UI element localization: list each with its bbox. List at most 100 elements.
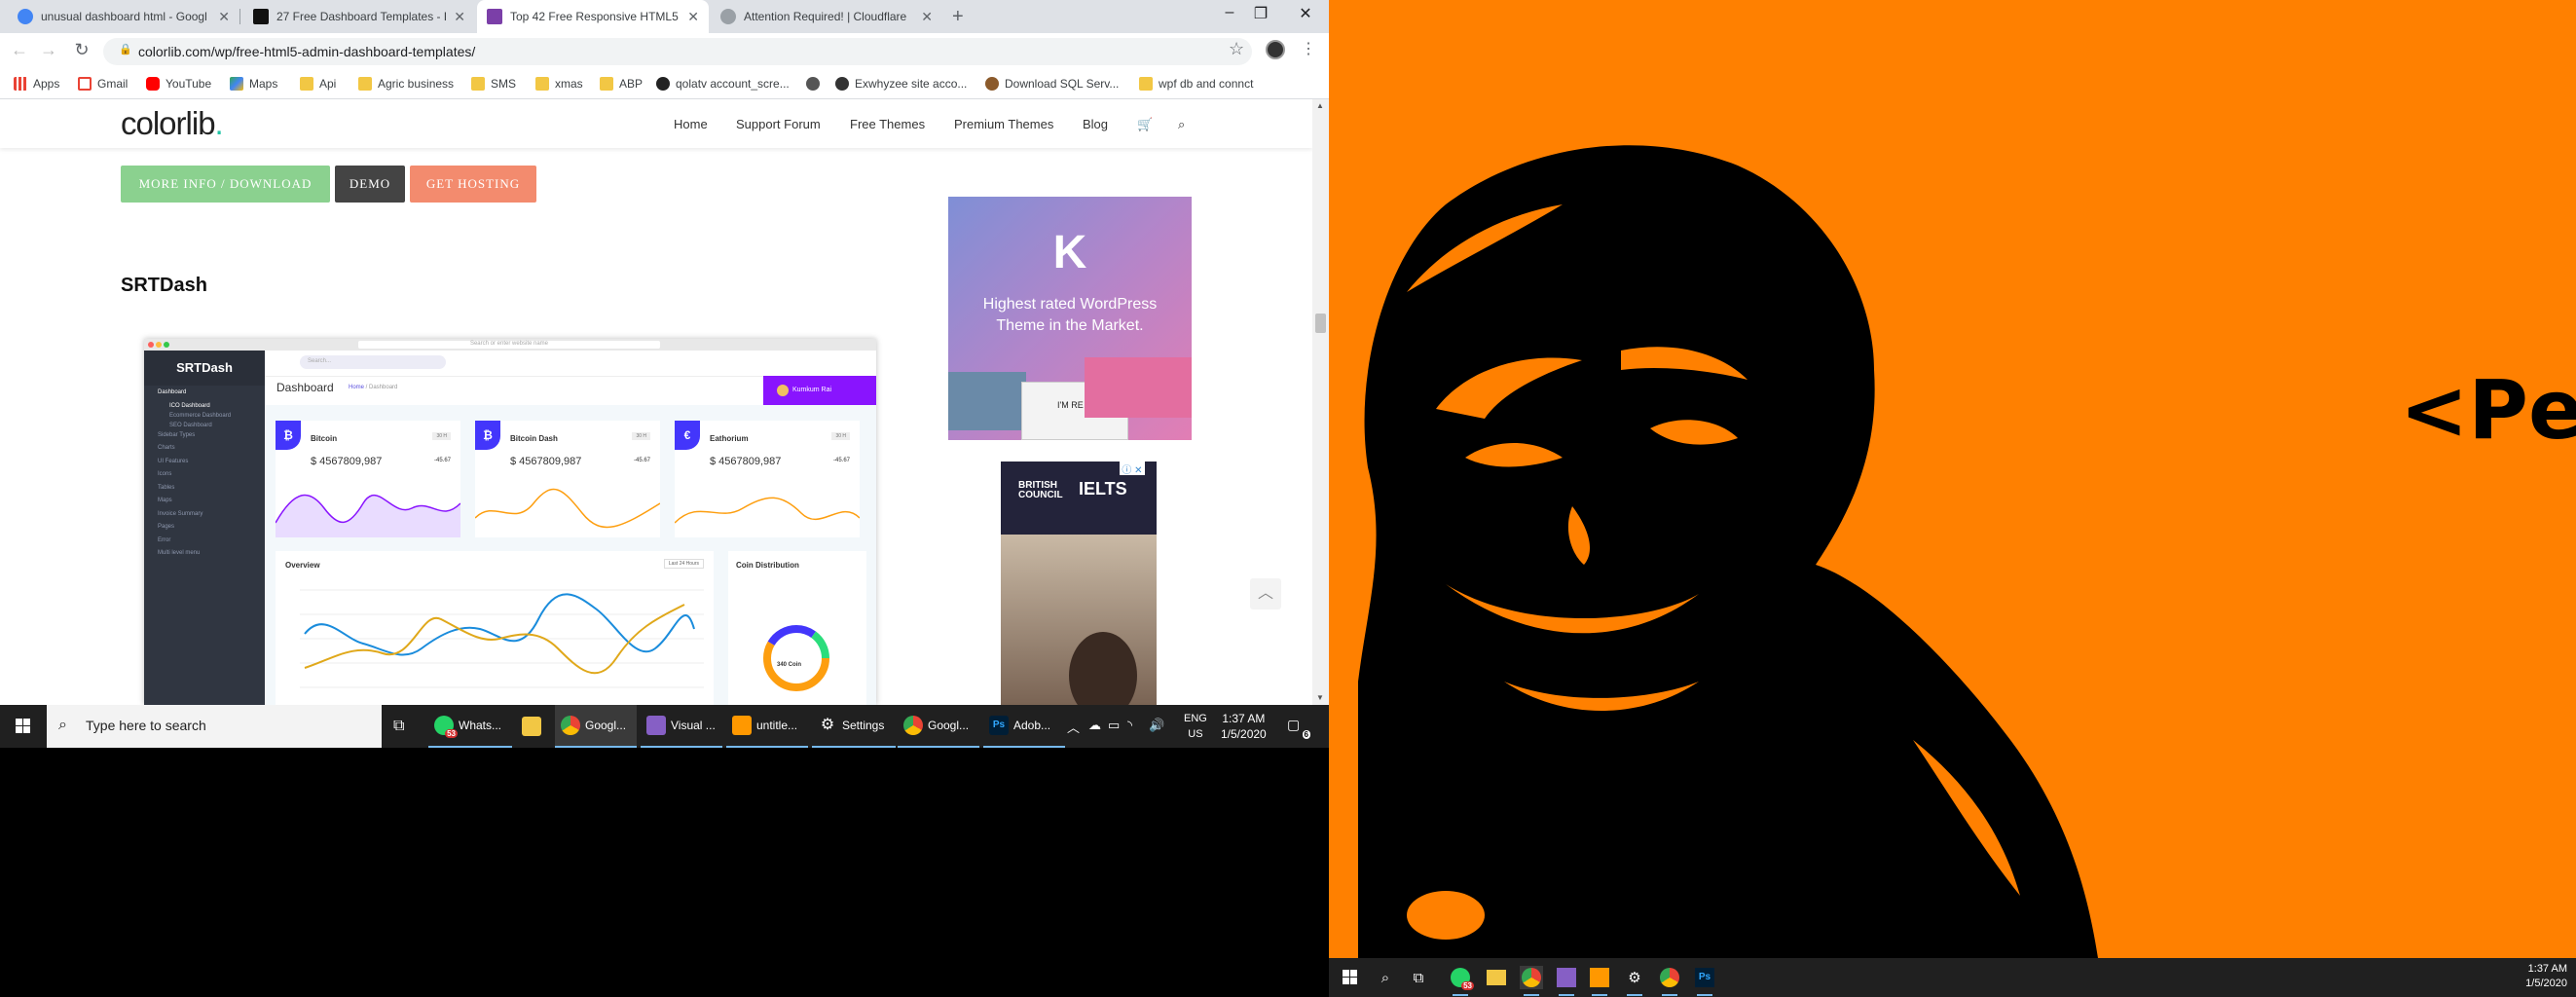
demo-button[interactable]: DEMO xyxy=(335,166,405,203)
bookmark-abp[interactable]: ABP xyxy=(600,74,643,93)
close-window-button[interactable]: ✕ xyxy=(1291,4,1320,23)
sublime-icon xyxy=(732,716,752,735)
scroll-down-arrow[interactable]: ▼ xyxy=(1316,693,1324,702)
globe-favicon-icon xyxy=(720,9,736,24)
lock-icon[interactable]: 🔒 xyxy=(119,43,132,55)
network-icon[interactable]: ◝ xyxy=(1127,718,1132,733)
bookmark-xmas[interactable]: xmas xyxy=(535,74,583,93)
close-tab-icon[interactable]: ✕ xyxy=(454,9,465,25)
preview-breadcrumb: Home / Dashboard xyxy=(349,385,398,390)
back-button[interactable]: ← xyxy=(8,40,31,60)
restore-button[interactable]: ❐ xyxy=(1246,4,1275,23)
chrome-menu-icon[interactable]: ⋮ xyxy=(1301,39,1316,58)
new-tab-button[interactable]: + xyxy=(952,6,964,28)
bookmark-globe[interactable] xyxy=(806,74,826,93)
tab-dashboard-templates[interactable]: 27 Free Dashboard Templates - F ✕ xyxy=(243,0,475,33)
bookmark-qolatv[interactable]: qolatv account_scre... xyxy=(656,74,790,93)
close-tab-icon[interactable]: ✕ xyxy=(687,9,699,25)
nav-support-forum[interactable]: Support Forum xyxy=(736,117,821,131)
preview-card-bitcoin-dash: ₿ Bitcoin Dash 30 H $ 4567809,987 -45.67 xyxy=(475,421,660,537)
preview-card-bitcoin: ₿ Bitcoin 30 H $ 4567809,987 -45.67 xyxy=(276,421,460,537)
nav-premium-themes[interactable]: Premium Themes xyxy=(954,117,1053,131)
bookmark-gmail[interactable]: Gmail xyxy=(78,74,128,93)
windows-logo-icon xyxy=(16,719,30,733)
bookmark-exwhyzee[interactable]: Exwhyzee site acco... xyxy=(835,74,967,93)
site-header: colorlib. Home Support Forum Free Themes… xyxy=(0,99,1312,148)
tab-google-search[interactable]: unusual dashboard html - Googl ✕ xyxy=(8,0,239,33)
taskbar-file-explorer[interactable] xyxy=(516,705,551,748)
preview-search: Search... xyxy=(300,355,446,369)
task-view-button[interactable]: ⧉ xyxy=(387,705,421,748)
bookmark-apps[interactable]: Apps xyxy=(14,74,59,93)
bookmark-star-icon[interactable]: ☆ xyxy=(1229,39,1244,59)
cart-icon[interactable]: 🛒 xyxy=(1137,117,1153,132)
colorlib-logo[interactable]: colorlib. xyxy=(121,105,224,142)
ad-close-icon[interactable]: ⓘ ✕ xyxy=(1120,462,1145,476)
taskbar-clock[interactable]: 1:37 AM 1/5/2020 xyxy=(1221,711,1267,742)
preview-sidebar-item: Charts xyxy=(158,445,175,451)
volume-icon[interactable]: 🔊 xyxy=(1149,718,1164,733)
nav-blog[interactable]: Blog xyxy=(1083,117,1108,131)
action-center-icon[interactable]: ▢ 6 xyxy=(1287,717,1310,739)
more-info-download-button[interactable]: MORE INFO / DOWNLOAD xyxy=(121,166,330,203)
onedrive-icon[interactable]: ☁ xyxy=(1088,718,1101,733)
chrome-icon[interactable] xyxy=(1658,966,1681,996)
taskbar-sublime[interactable]: untitle... xyxy=(726,705,808,748)
scroll-to-top-button[interactable]: ︿ xyxy=(1250,578,1281,609)
preview-sidebar-item: Multi level menu xyxy=(158,550,201,556)
bookmark-maps[interactable]: Maps xyxy=(230,74,277,93)
scrollbar-thumb[interactable] xyxy=(1315,314,1326,333)
taskbar-search-input[interactable]: Type here to search xyxy=(47,705,382,748)
taskbar-chrome-2[interactable]: Googl... xyxy=(898,705,979,748)
visual-studio-icon[interactable] xyxy=(1555,966,1578,996)
bookmark-sms[interactable]: SMS xyxy=(471,74,516,93)
sublime-icon[interactable] xyxy=(1588,966,1611,996)
get-hosting-button[interactable]: GET HOSTING xyxy=(410,166,536,203)
chrome-icon[interactable] xyxy=(1520,966,1543,996)
reload-button[interactable]: ↻ xyxy=(70,40,93,60)
bookmark-youtube[interactable]: YouTube xyxy=(146,74,211,93)
close-tab-icon[interactable]: ✕ xyxy=(218,9,230,25)
show-hidden-icons-chevron[interactable]: ︿ xyxy=(1067,718,1080,736)
taskbar-photoshop[interactable]: Ps Adob... xyxy=(983,705,1065,748)
srtdash-preview-image[interactable]: Search or enter website name SRTDash Sea… xyxy=(144,339,876,705)
settings-icon[interactable]: ⚙ xyxy=(1623,966,1646,996)
tab-cloudflare[interactable]: Attention Required! | Cloudflare ✕ xyxy=(711,0,942,33)
minimize-button[interactable]: – xyxy=(1215,4,1244,21)
bookmark-api[interactable]: Api xyxy=(300,74,336,93)
address-bar[interactable]: colorlib.com/wp/free-html5-admin-dashboa… xyxy=(103,38,1252,65)
file-explorer-icon[interactable] xyxy=(1485,966,1508,989)
task-view-icon[interactable]: ⧉ xyxy=(1407,966,1430,989)
secondary-clock[interactable]: 1:37 AM 1/5/2020 xyxy=(2517,962,2567,991)
file-explorer-icon xyxy=(522,717,541,736)
taskbar-settings[interactable]: ⚙ Settings xyxy=(812,705,896,748)
scroll-up-arrow[interactable]: ▲ xyxy=(1316,101,1324,110)
photoshop-icon[interactable]: Ps xyxy=(1693,966,1716,996)
taskbar-chrome[interactable]: Googl... xyxy=(555,705,637,748)
taskbar-visual-studio[interactable]: Visual ... xyxy=(641,705,722,748)
profile-avatar[interactable] xyxy=(1266,40,1285,59)
close-tab-icon[interactable]: ✕ xyxy=(921,9,933,25)
primary-monitor: unusual dashboard html - Googl ✕ 27 Free… xyxy=(0,0,1329,748)
whatsapp-icon[interactable]: 53 xyxy=(1449,966,1474,996)
nav-free-themes[interactable]: Free Themes xyxy=(850,117,925,131)
bitcoin-icon: ₿ xyxy=(475,421,500,450)
taskbar-whatsapp[interactable]: 53 Whats... xyxy=(428,705,512,748)
forward-button[interactable]: → xyxy=(37,40,60,60)
bookmark-wpf-db[interactable]: wpf db and connct xyxy=(1139,74,1253,93)
nav-home[interactable]: Home xyxy=(674,117,708,131)
search-icon: ⌕ xyxy=(58,717,67,733)
bookmark-sql-server[interactable]: Download SQL Serv... xyxy=(985,74,1119,93)
bookmark-agric-business[interactable]: Agric business xyxy=(358,74,454,93)
tab-active-html5-templates[interactable]: Top 42 Free Responsive HTML5 A ✕ xyxy=(477,0,709,33)
preview-sidebar-item: Maps xyxy=(158,498,172,503)
search-icon[interactable]: ⌕ xyxy=(1178,117,1185,132)
ad-ielts[interactable]: BRITISH COUNCIL IELTS xyxy=(1001,462,1157,705)
start-button-2[interactable] xyxy=(1339,966,1362,989)
ad-wordpress-theme[interactable]: K Highest rated WordPress Theme in the M… xyxy=(948,197,1192,440)
page-scrollbar[interactable] xyxy=(1312,99,1329,705)
search-icon[interactable]: ⌕ xyxy=(1374,966,1397,989)
battery-icon[interactable]: ▭ xyxy=(1108,718,1120,733)
start-button[interactable] xyxy=(0,705,47,748)
language-indicator[interactable]: ENG US xyxy=(1184,711,1207,742)
